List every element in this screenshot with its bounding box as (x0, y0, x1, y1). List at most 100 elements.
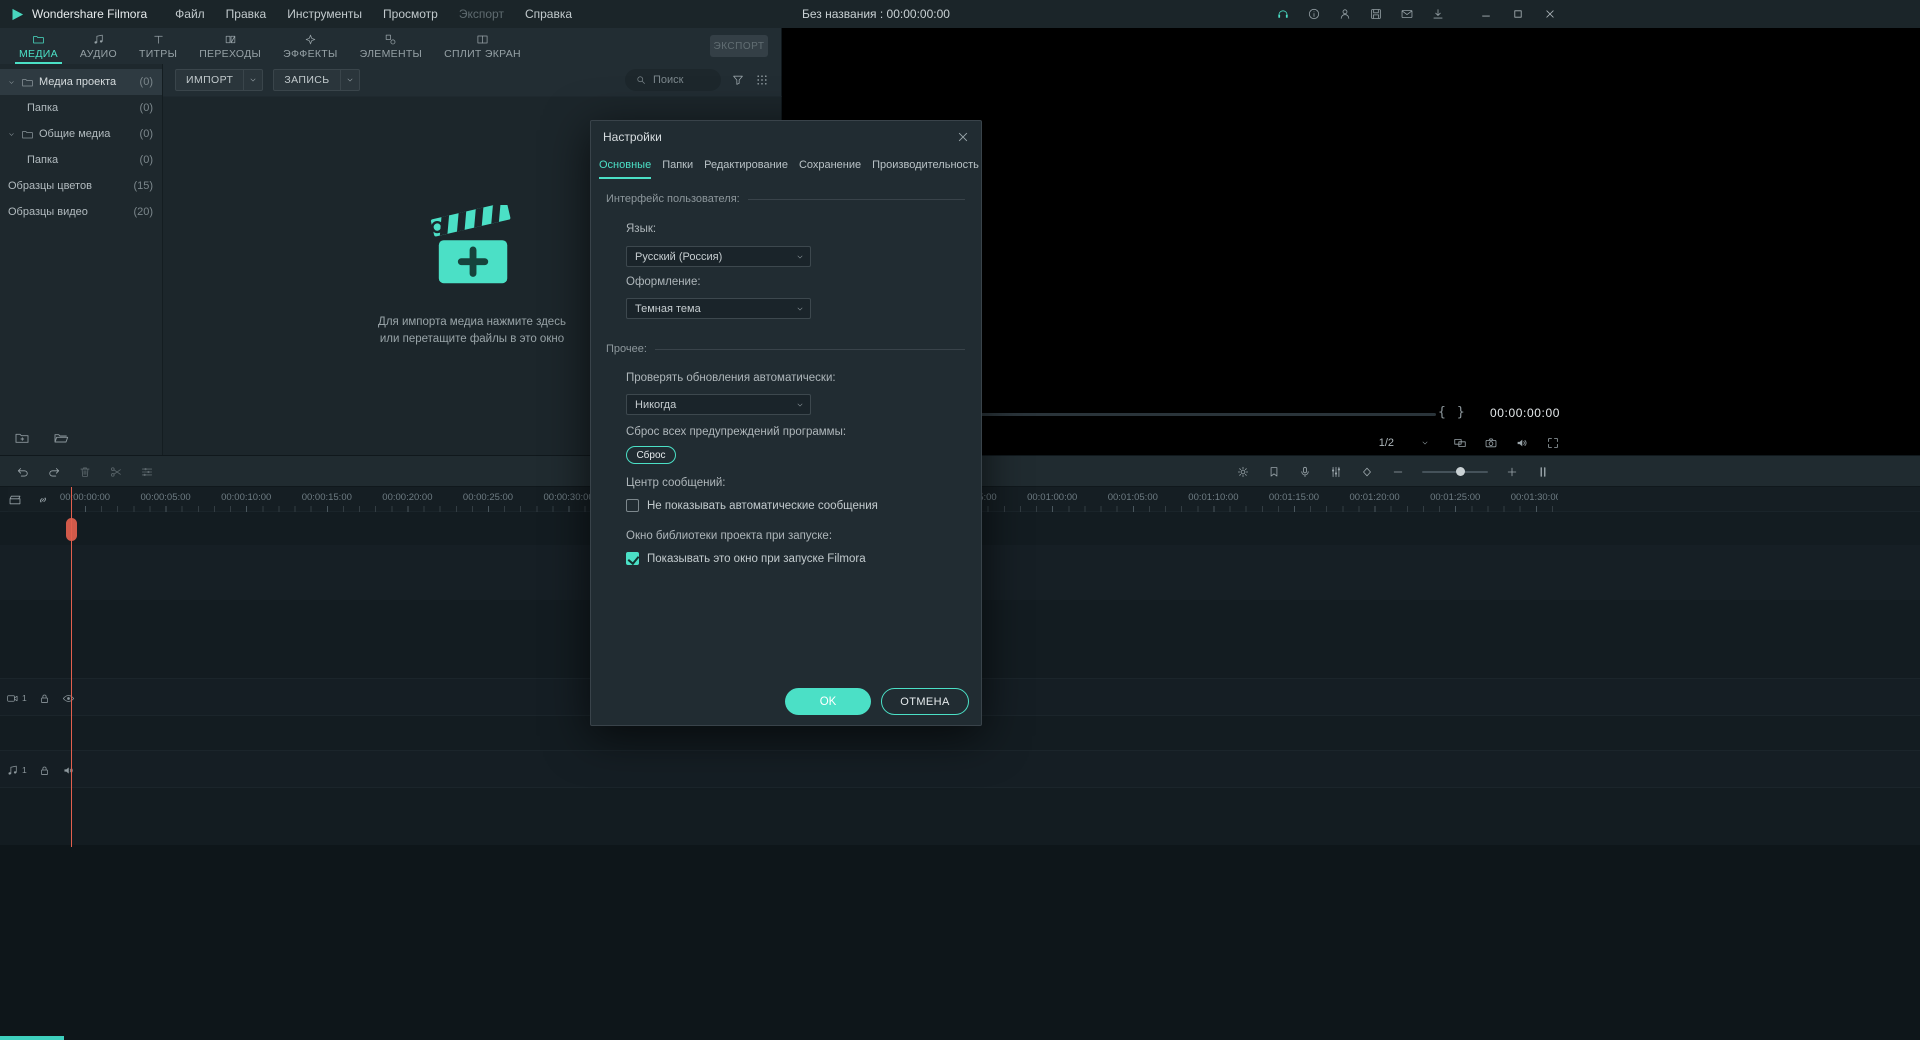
filter-icon[interactable] (731, 73, 745, 87)
record-dropdown[interactable] (340, 70, 359, 90)
speaker-icon[interactable] (1515, 436, 1529, 450)
advanced-edit-icon[interactable] (140, 465, 154, 479)
download-icon[interactable] (1431, 7, 1445, 21)
tab-titles[interactable]: ТИТРЫ (128, 28, 188, 64)
maximize-button[interactable] (1511, 7, 1525, 21)
menu-file[interactable]: Файл (175, 7, 205, 21)
mute-speaker-icon[interactable] (62, 764, 75, 777)
import-empty-state[interactable]: Для импорта медиа нажмите здесь или пере… (378, 205, 566, 349)
record-button-label: ЗАПИСЬ (274, 70, 339, 90)
menu-view[interactable]: Просмотр (383, 7, 438, 21)
render-preview-icon[interactable] (1236, 465, 1250, 479)
sidebar-item-folder-1[interactable]: Папка (0) (0, 95, 162, 121)
mark-in-icon[interactable]: { (1438, 405, 1446, 420)
chevron-down-icon (345, 75, 355, 85)
redo-icon[interactable] (47, 465, 61, 479)
sidebar-item-color-samples[interactable]: Образцы цветов (15) (0, 173, 162, 199)
menu-tools[interactable]: Инструменты (287, 7, 362, 21)
split-scissors-icon[interactable] (109, 465, 123, 479)
reset-button[interactable]: Сброс (626, 446, 676, 464)
zoom-fit-icon[interactable] (1536, 465, 1550, 479)
video-track-number: 1 (22, 693, 27, 703)
snapshot-camera-icon[interactable] (1484, 436, 1498, 450)
settings-tab-performance[interactable]: Производительность (872, 155, 979, 179)
titlebar-icons (1276, 0, 1445, 28)
tab-splitscreen[interactable]: СПЛИТ ЭКРАН (433, 28, 532, 64)
sidebar-item-project-media[interactable]: Медиа проекта (0) (0, 69, 162, 95)
voiceover-mic-icon[interactable] (1298, 465, 1312, 479)
close-window-button[interactable] (1543, 7, 1557, 21)
menu-edit[interactable]: Правка (226, 7, 267, 21)
settings-tab-general[interactable]: Основные (599, 155, 651, 179)
dialog-buttons: OK ОТМЕНА (591, 688, 981, 715)
zoom-slider-knob[interactable] (1456, 467, 1465, 476)
tab-media[interactable]: МЕДИА (8, 28, 69, 64)
language-select[interactable]: Русский (Россия) (626, 246, 811, 267)
zoom-in-icon[interactable] (1505, 465, 1519, 479)
timeline-scrollbar-thumb[interactable] (0, 1036, 64, 1040)
delete-icon[interactable] (78, 465, 92, 479)
ok-button[interactable]: OK (785, 688, 871, 715)
toolbar-left-icons (16, 456, 154, 488)
mark-out-icon[interactable]: } (1457, 405, 1465, 420)
tab-elements[interactable]: ЭЛЕМЕНТЫ (349, 28, 434, 64)
dialog-close-icon[interactable] (955, 129, 971, 145)
save-icon[interactable] (1369, 7, 1383, 21)
dual-screen-icon[interactable] (1453, 436, 1467, 450)
view-grid-icon[interactable] (755, 73, 769, 87)
titles-icon (152, 33, 165, 46)
add-folder-icon[interactable] (14, 430, 30, 446)
search-input[interactable]: Поиск (625, 69, 721, 91)
item-count: (0) (140, 154, 153, 166)
audio-track[interactable]: 1 (0, 750, 1920, 788)
zoom-out-icon[interactable] (1391, 465, 1405, 479)
settings-tab-saving[interactable]: Сохранение (799, 155, 861, 179)
import-button[interactable]: ИМПОРТ (175, 69, 263, 91)
mail-icon[interactable] (1400, 7, 1414, 21)
lock-icon[interactable] (38, 764, 51, 777)
checkbox-checked[interactable] (626, 552, 639, 565)
updates-select[interactable]: Никогда (626, 394, 811, 415)
sidebar-item-sample-videos[interactable]: Образцы видео (20) (0, 199, 162, 225)
open-folder-icon[interactable] (53, 430, 69, 446)
minimize-button[interactable] (1479, 7, 1493, 21)
reset-warnings-label: Сброс всех предупреждений программы: (626, 426, 846, 438)
fullscreen-icon[interactable] (1546, 436, 1560, 450)
checkbox-label: Не показывать автоматические сообщения (647, 500, 878, 512)
undo-icon[interactable] (16, 465, 30, 479)
keyframe-icon[interactable] (1360, 465, 1374, 479)
audio-mixer-icon[interactable] (1329, 465, 1343, 479)
timeline-zoom-slider[interactable] (1422, 471, 1488, 473)
auto-messages-checkbox-row[interactable]: Не показывать автоматические сообщения (626, 499, 878, 512)
caret-down-icon[interactable] (7, 130, 16, 139)
settings-tab-folders[interactable]: Папки (662, 155, 693, 179)
caret-down-icon[interactable] (7, 78, 16, 87)
playhead-grip[interactable] (66, 518, 77, 541)
checkbox-unchecked[interactable] (626, 499, 639, 512)
lock-icon[interactable] (38, 692, 51, 705)
mark-in-out: { } (1438, 405, 1465, 420)
playhead-line[interactable] (71, 487, 72, 847)
support-icon[interactable] (1276, 7, 1290, 21)
cancel-button[interactable]: ОТМЕНА (881, 688, 969, 715)
sidebar-item-folder-2[interactable]: Папка (0) (0, 147, 162, 173)
account-icon[interactable] (1338, 7, 1352, 21)
theme-select[interactable]: Темная тема (626, 298, 811, 319)
record-button[interactable]: ЗАПИСЬ (273, 69, 359, 91)
import-dropdown[interactable] (243, 70, 262, 90)
tab-transitions[interactable]: ПЕРЕХОДЫ (188, 28, 272, 64)
preview-quality-select[interactable]: 1/2 (1379, 437, 1430, 449)
link-clips-icon[interactable] (36, 493, 50, 507)
show-on-startup-checkbox-row[interactable]: Показывать это окно при запуске Filmora (626, 552, 866, 565)
add-to-timeline-icon[interactable] (8, 493, 22, 507)
tab-effects[interactable]: ЭФФЕКТЫ (272, 28, 348, 64)
menu-help[interactable]: Справка (525, 7, 572, 21)
tab-audio[interactable]: АУДИО (69, 28, 128, 64)
settings-tab-editing[interactable]: Редактирование (704, 155, 788, 179)
checkbox-label: Показывать это окно при запуске Filmora (647, 553, 866, 565)
import-button-label: ИМПОРТ (176, 70, 243, 90)
marker-icon[interactable] (1267, 465, 1281, 479)
eye-icon[interactable] (62, 692, 75, 705)
sidebar-item-shared-media[interactable]: Общие медиа (0) (0, 121, 162, 147)
info-icon[interactable] (1307, 7, 1321, 21)
